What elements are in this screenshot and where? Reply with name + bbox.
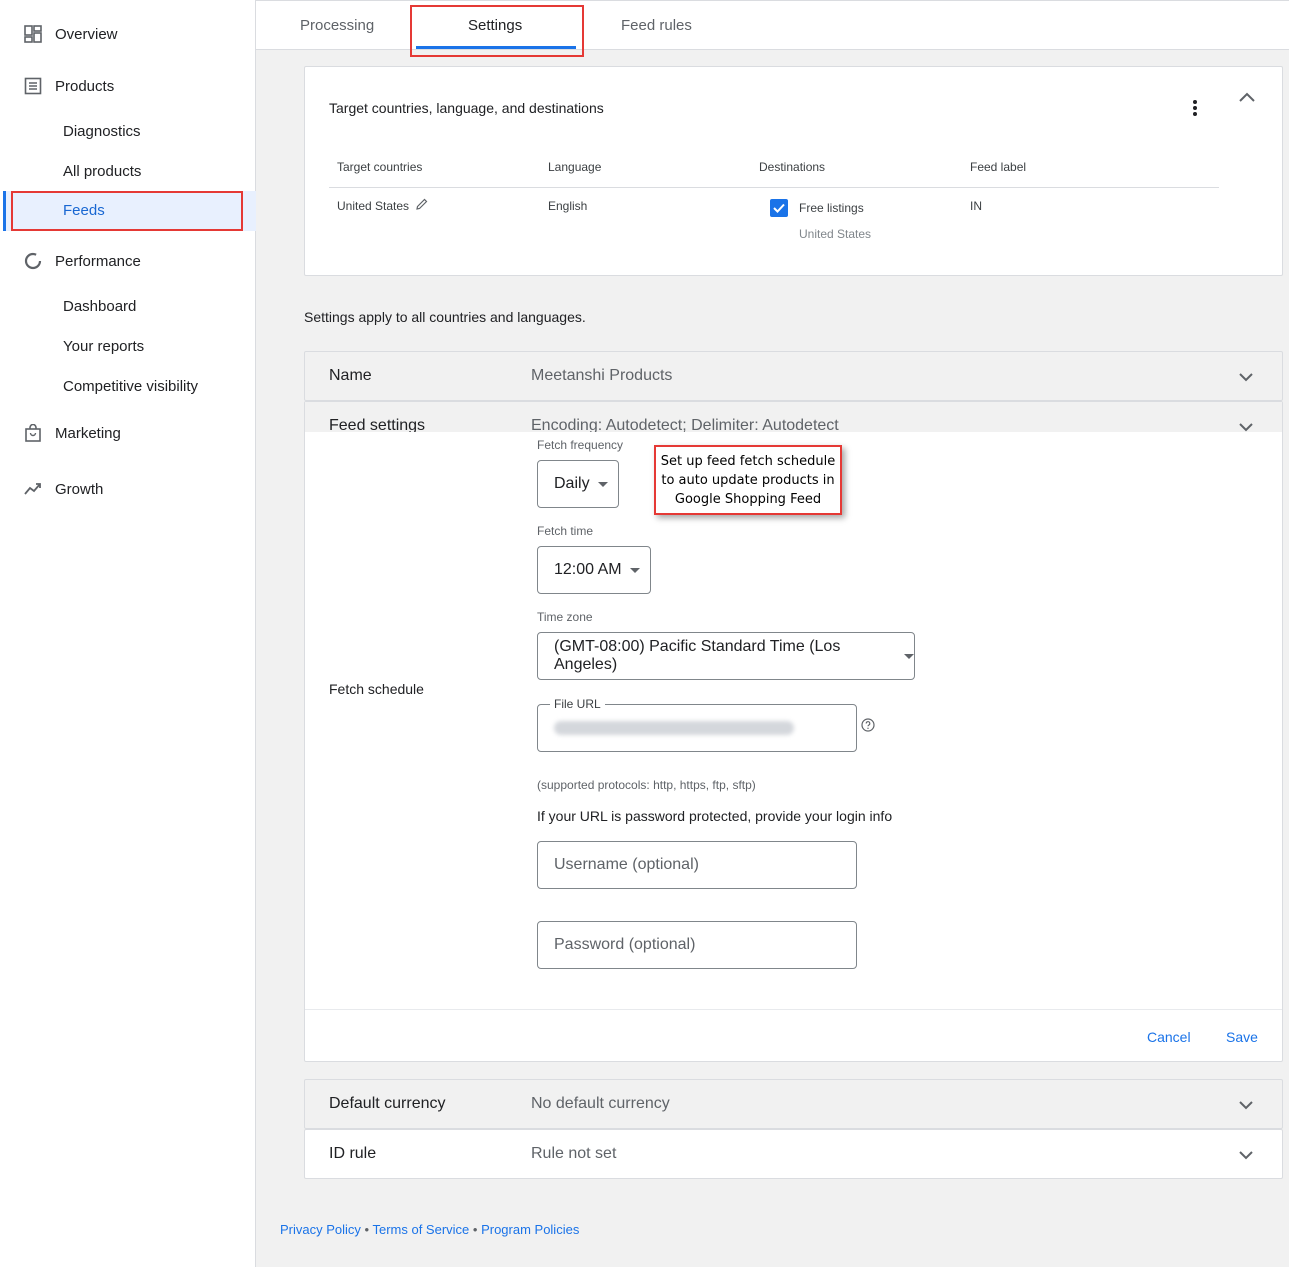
edit-pencil-icon[interactable] (415, 197, 429, 211)
password-placeholder: Password (optional) (554, 936, 696, 953)
header-target-countries: Target countries (337, 160, 423, 174)
cell-destination: Free listings (799, 201, 864, 215)
nav-diagnostics[interactable]: Diagnostics (63, 123, 141, 140)
dropdown-arrow-icon (597, 481, 608, 487)
free-listings-checkbox[interactable] (770, 199, 788, 217)
default-currency-label: Default currency (329, 1095, 446, 1112)
sidebar: Overview Products Diagnostics All produc… (0, 0, 256, 1267)
footer-separator: • (360, 1222, 373, 1237)
fetch-time-value: 12:00 AM (554, 561, 622, 578)
callout-line-3: Google Shopping Feed (674, 492, 822, 507)
shopping-bag-icon (23, 423, 43, 443)
id-rule-value: Rule not set (531, 1145, 617, 1162)
nav-performance[interactable]: Performance (0, 251, 141, 271)
file-url-input[interactable] (537, 704, 857, 752)
chevron-down-icon[interactable] (1238, 1097, 1254, 1113)
nav-overview[interactable]: Overview (0, 24, 118, 44)
name-row-label: Name (329, 367, 372, 384)
id-rule-row[interactable]: ID rule Rule not set (304, 1129, 1283, 1179)
chevron-down-icon[interactable] (1238, 369, 1254, 385)
nav-all-products[interactable]: All products (63, 163, 141, 180)
file-url-label: File URL (550, 697, 605, 711)
more-vert-icon[interactable] (1185, 97, 1205, 119)
fetch-frequency-value: Daily (554, 475, 590, 492)
nav-growth[interactable]: Growth (0, 479, 103, 499)
nav-dashboard[interactable]: Dashboard (63, 298, 136, 315)
cell-destination-sub: United States (799, 227, 872, 241)
id-rule-label: ID rule (329, 1145, 377, 1162)
username-placeholder: Username (optional) (554, 856, 699, 873)
username-input[interactable]: Username (optional) (537, 841, 857, 889)
target-countries-card: Target countries, language, and destinat… (304, 66, 1283, 276)
nav-products-label: Products (55, 77, 115, 95)
highlight-box-feeds (11, 191, 243, 231)
nav-performance-label: Performance (55, 252, 141, 270)
program-policies-link[interactable]: Program Policies (481, 1222, 579, 1237)
nav-growth-label: Growth (55, 480, 104, 498)
feed-settings-value: Encoding: Autodetect; Delimiter: Autodet… (531, 417, 839, 432)
time-zone-select[interactable]: (GMT-08:00) Pacific Standard Time (Los A… (537, 632, 915, 680)
save-button[interactable]: Save (1226, 1029, 1258, 1045)
list-icon (23, 76, 43, 96)
name-row[interactable]: Name Meetanshi Products (304, 351, 1283, 401)
fetch-frequency-label: Fetch frequency (537, 438, 624, 452)
settings-note: Settings apply to all countries and lang… (304, 309, 586, 325)
footer: Privacy Policy • Terms of Service • Prog… (280, 1222, 579, 1237)
active-indicator (3, 191, 6, 231)
nav-products[interactable]: Products (0, 76, 114, 96)
callout-line-1: Set up feed fetch schedule (660, 454, 836, 469)
callout-line-2: to auto update products in (661, 473, 835, 488)
header-feed-label: Feed label (970, 160, 1027, 174)
footer-separator: • (469, 1222, 482, 1237)
fetch-frequency-select[interactable]: Daily (537, 460, 619, 508)
nav-overview-label: Overview (55, 25, 118, 43)
feed-settings-label: Feed settings (329, 417, 426, 432)
feed-settings-header[interactable]: Feed settings Encoding: Autodetect; Deli… (305, 402, 1282, 432)
chevron-down-icon[interactable] (1238, 1147, 1254, 1163)
header-destinations: Destinations (759, 160, 826, 174)
chevron-down-icon[interactable] (1238, 419, 1254, 435)
target-card-title: Target countries, language, and destinat… (329, 100, 604, 116)
fetch-schedule-label: Fetch schedule (329, 681, 424, 697)
privacy-policy-link[interactable]: Privacy Policy (280, 1222, 361, 1237)
fetch-time-label: Fetch time (537, 524, 594, 538)
name-row-value: Meetanshi Products (531, 367, 673, 384)
time-zone-value: (GMT-08:00) Pacific Standard Time (Los A… (554, 638, 841, 673)
table-divider (329, 187, 1219, 188)
actions-divider (305, 1009, 1282, 1010)
nav-marketing-label: Marketing (55, 424, 121, 442)
help-icon[interactable] (861, 718, 875, 732)
default-currency-row[interactable]: Default currency No default currency (304, 1079, 1283, 1129)
fetch-time-select[interactable]: 12:00 AM (537, 546, 651, 594)
highlight-box-settings-tab (410, 5, 584, 57)
chevron-up-icon[interactable] (1237, 89, 1257, 105)
header-language: Language (548, 160, 602, 174)
tab-feed-rules[interactable]: Feed rules (621, 17, 692, 34)
blurred-url-value (554, 721, 794, 735)
nav-marketing[interactable]: Marketing (0, 423, 121, 443)
annotation-callout: Set up feed fetch schedule to auto updat… (654, 445, 842, 515)
trending-up-icon (23, 479, 43, 499)
password-input[interactable]: Password (optional) (537, 921, 857, 969)
cell-feed-label: IN (970, 199, 982, 213)
dropdown-arrow-icon (629, 567, 640, 573)
password-protected-note: If your URL is password protected, provi… (537, 808, 893, 824)
dashboard-icon (23, 24, 43, 44)
default-currency-value: No default currency (531, 1095, 670, 1112)
nav-competitive-visibility[interactable]: Competitive visibility (63, 378, 198, 395)
cell-country: United States (337, 199, 410, 213)
cell-language: English (548, 199, 588, 213)
protocols-note: (supported protocols: http, https, ftp, … (537, 778, 756, 792)
dropdown-arrow-icon (904, 653, 914, 659)
donut-chart-icon (23, 251, 43, 271)
time-zone-label: Time zone (537, 610, 593, 624)
terms-of-service-link[interactable]: Terms of Service (372, 1222, 469, 1237)
tab-processing[interactable]: Processing (300, 17, 374, 34)
cancel-button[interactable]: Cancel (1147, 1029, 1191, 1045)
nav-your-reports[interactable]: Your reports (63, 338, 144, 355)
